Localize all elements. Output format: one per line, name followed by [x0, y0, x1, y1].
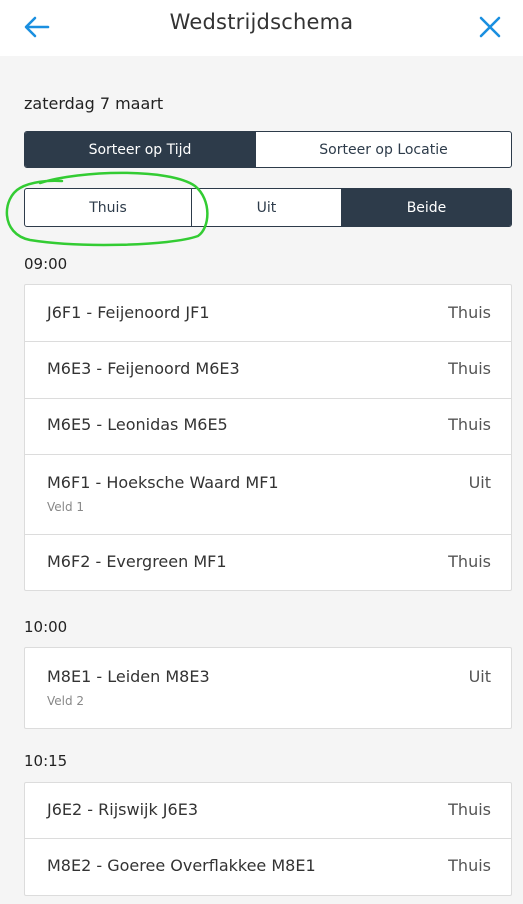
schedule-content: zaterdag 7 maart Sorteer op Tijd Sorteer… [0, 56, 523, 904]
page-title: Wedstrijdschema [169, 10, 354, 34]
match-row[interactable]: M6E5 - Leonidas M6E5 Thuis [25, 399, 511, 455]
match-row[interactable]: M8E1 - Leiden M8E3 Uit Veld 2 [25, 648, 511, 728]
match-row[interactable]: M6E3 - Feijenoord M6E3 Thuis [25, 342, 511, 399]
close-button[interactable] [475, 12, 505, 42]
match-name: M8E2 - Goeree Overflakkee M8E1 [47, 856, 316, 875]
sort-toggle: Sorteer op Tijd Sorteer op Locatie [24, 131, 512, 168]
match-location: Thuis [448, 552, 491, 571]
match-location: Thuis [448, 856, 491, 875]
match-location: Uit [468, 667, 491, 686]
match-list: J6E2 - Rijswijk J6E3 Thuis M8E2 - Goeree… [24, 782, 512, 896]
match-list: J6F1 - Feijenoord JF1 Thuis M6E3 - Feije… [24, 284, 512, 591]
match-field: Veld 2 [47, 694, 85, 708]
sort-by-location-button[interactable]: Sorteer op Locatie [255, 132, 511, 167]
match-field: Veld 1 [47, 500, 85, 514]
time-heading: 09:00 [24, 255, 68, 273]
match-row[interactable]: J6E2 - Rijswijk J6E3 Thuis [25, 783, 511, 839]
match-row[interactable]: J6F1 - Feijenoord JF1 Thuis [25, 285, 511, 342]
match-row[interactable]: M8E2 - Goeree Overflakkee M8E1 Thuis [25, 839, 511, 895]
filter-away-button[interactable]: Uit [191, 189, 341, 226]
match-list: M8E1 - Leiden M8E3 Uit Veld 2 [24, 647, 512, 729]
filter-toggle: Thuis Uit Beide [24, 188, 512, 227]
match-name: M6E3 - Feijenoord M6E3 [47, 359, 240, 378]
time-heading: 10:00 [24, 618, 68, 636]
match-row[interactable]: M6F2 - Evergreen MF1 Thuis [25, 535, 511, 590]
match-name: M6E5 - Leonidas M6E5 [47, 415, 228, 434]
match-location: Thuis [448, 800, 491, 819]
match-name: J6F1 - Feijenoord JF1 [47, 303, 210, 322]
match-location: Thuis [448, 359, 491, 378]
close-icon [479, 16, 501, 38]
match-location: Thuis [448, 415, 491, 434]
match-location: Thuis [448, 303, 491, 322]
match-name: M6F2 - Evergreen MF1 [47, 552, 227, 571]
match-name: M6F1 - Hoeksche Waard MF1 [47, 473, 279, 492]
sort-by-time-button[interactable]: Sorteer op Tijd [25, 132, 255, 167]
match-row[interactable]: M6F1 - Hoeksche Waard MF1 Uit Veld 1 [25, 455, 511, 535]
match-name: J6E2 - Rijswijk J6E3 [47, 800, 198, 819]
header: Wedstrijdschema [0, 0, 523, 56]
match-location: Uit [468, 473, 491, 492]
date-heading: zaterdag 7 maart [24, 94, 164, 113]
filter-both-button[interactable]: Beide [341, 189, 511, 226]
time-heading: 10:15 [24, 752, 68, 770]
match-name: M8E1 - Leiden M8E3 [47, 667, 210, 686]
filter-home-button[interactable]: Thuis [25, 189, 191, 226]
